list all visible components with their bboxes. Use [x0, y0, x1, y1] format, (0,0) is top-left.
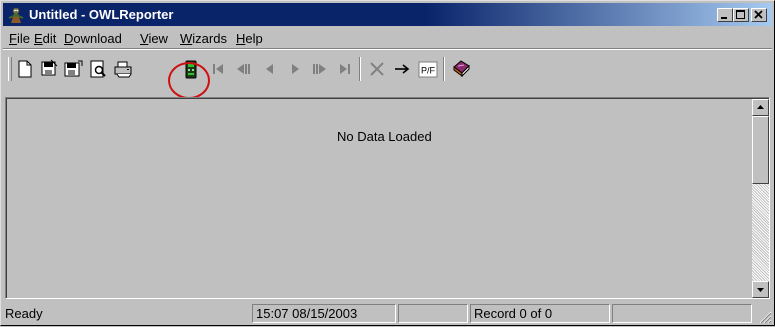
- highlight-annotation: [168, 62, 210, 99]
- report-view-inner: No Data Loaded: [6, 98, 769, 298]
- svg-text:P/F: P/F: [421, 66, 436, 76]
- menu-file[interactable]: File: [9, 31, 30, 46]
- menu-file-accel: F: [9, 31, 17, 46]
- empty-state-message: No Data Loaded: [337, 129, 432, 144]
- title-bar[interactable]: Untitled - OWLReporter: [3, 3, 772, 26]
- menu-view-label: iew: [148, 31, 168, 46]
- status-bar: Ready 15:07 08/15/2003 Record 0 of 0: [3, 302, 772, 324]
- book-icon[interactable]: [450, 58, 472, 80]
- menu-help-label: elp: [245, 31, 263, 46]
- menu-edit-accel: E: [34, 31, 43, 46]
- resize-grip-icon[interactable]: [756, 308, 772, 324]
- new-document-icon[interactable]: [14, 58, 36, 80]
- menu-wizards-label: izards: [192, 31, 227, 46]
- previous-record-icon[interactable]: [259, 58, 281, 80]
- goto-arrow-icon[interactable]: [391, 58, 413, 80]
- save-icon[interactable]: [62, 58, 84, 80]
- menu-wizards-accel: W: [180, 31, 193, 46]
- menu-bar: File Edit Download View Wizards Help: [3, 27, 772, 48]
- menu-download-label: ownload: [73, 31, 122, 46]
- status-datetime: 15:07 08/15/2003: [252, 304, 396, 323]
- menu-wizards[interactable]: Wizards: [180, 31, 227, 46]
- next-record-icon[interactable]: [284, 58, 306, 80]
- menu-divider: [3, 48, 772, 50]
- status-pane-empty: [398, 304, 468, 323]
- toolbar-grip[interactable]: [8, 57, 12, 81]
- open-icon[interactable]: [38, 58, 60, 80]
- status-pane-empty: [612, 304, 752, 323]
- menu-help-accel: H: [236, 31, 246, 46]
- status-record: Record 0 of 0: [470, 304, 610, 323]
- owl-app-icon[interactable]: [7, 6, 25, 24]
- last-record-icon[interactable]: [334, 58, 356, 80]
- maximize-icon[interactable]: [733, 8, 749, 22]
- menu-edit[interactable]: Edit: [34, 31, 56, 46]
- report-view[interactable]: No Data Loaded: [5, 97, 770, 299]
- menu-edit-label: dit: [42, 31, 57, 46]
- next-page-icon[interactable]: [309, 58, 331, 80]
- app-window: Untitled - OWLReporter File Edit Downloa…: [0, 0, 775, 326]
- menu-help[interactable]: Help: [236, 31, 263, 46]
- first-record-icon[interactable]: [207, 58, 229, 80]
- menu-file-label: ile: [16, 31, 30, 46]
- delete-icon[interactable]: [366, 58, 388, 80]
- window-title: Untitled - OWLReporter: [29, 7, 174, 22]
- close-icon[interactable]: [751, 8, 767, 22]
- menu-download-accel: D: [64, 31, 74, 46]
- toolbar-separator: [359, 57, 361, 81]
- menu-download[interactable]: Download: [64, 31, 122, 46]
- menu-view[interactable]: View: [140, 31, 168, 46]
- print-icon[interactable]: [112, 58, 134, 80]
- scroll-down-icon[interactable]: [752, 281, 769, 298]
- toolbar: P/F: [3, 51, 772, 85]
- scroll-thumb[interactable]: [752, 116, 769, 184]
- status-ready: Ready: [5, 306, 43, 321]
- vertical-scrollbar[interactable]: [752, 99, 769, 298]
- previous-page-icon[interactable]: [232, 58, 254, 80]
- pass-fail-icon[interactable]: P/F: [417, 58, 439, 80]
- minimize-icon[interactable]: [717, 8, 733, 22]
- print-preview-icon[interactable]: [87, 58, 109, 80]
- scroll-up-icon[interactable]: [752, 99, 769, 116]
- toolbar-separator: [443, 57, 445, 81]
